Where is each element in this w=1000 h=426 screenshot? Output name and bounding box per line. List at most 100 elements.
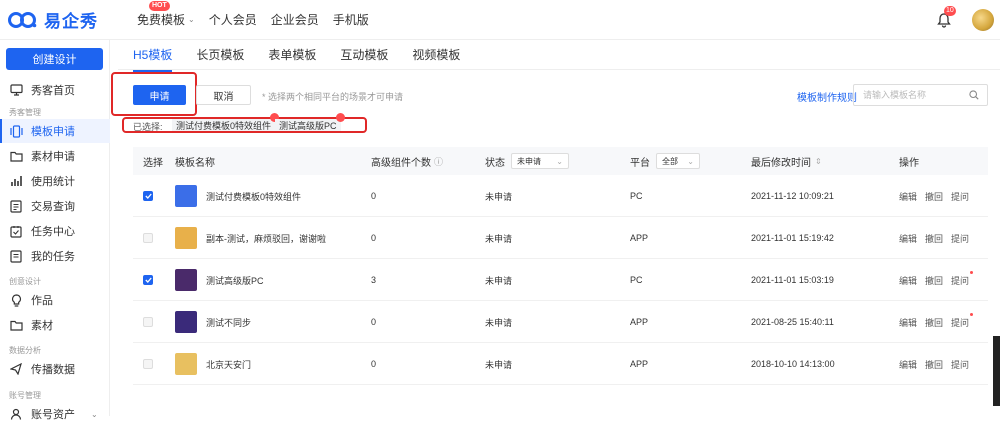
nav-enterprise-member[interactable]: 企业会员 bbox=[271, 11, 319, 28]
table-row: 测试不同步 0 未申请 APP 2021-08-25 15:40:11 编辑 撤回 提问 bbox=[133, 301, 988, 343]
edit-link[interactable]: 编辑 bbox=[899, 274, 917, 287]
notification-dot bbox=[970, 270, 974, 274]
nav-mobile[interactable]: 手机版 bbox=[333, 11, 369, 28]
row-checkbox[interactable] bbox=[143, 233, 153, 243]
row-platform: APP bbox=[630, 359, 649, 369]
sidebar-item-label: 模板申请 bbox=[31, 126, 75, 138]
sidebar-item-account-assets[interactable]: 账号资产 ⌄ bbox=[0, 402, 110, 426]
withdraw-link[interactable]: 撤回 bbox=[925, 190, 943, 203]
row-modified: 2021-08-25 15:40:11 bbox=[751, 317, 834, 327]
withdraw-link[interactable]: 撤回 bbox=[925, 358, 943, 371]
tabs-divider bbox=[118, 69, 1000, 70]
sidebar-group-label: 账号管理 bbox=[9, 391, 41, 400]
edit-link[interactable]: 编辑 bbox=[899, 232, 917, 245]
notification-badge: 10 bbox=[944, 5, 956, 16]
remove-dot-icon[interactable] bbox=[335, 113, 345, 122]
sidebar-item-task-center[interactable]: 任务中心 bbox=[0, 219, 110, 243]
col-components-label: 高级组件个数 bbox=[371, 157, 431, 169]
row-status: 未申请 bbox=[485, 317, 513, 328]
template-thumbnail[interactable] bbox=[175, 353, 197, 375]
status-filter-select[interactable]: 未申请 ⌄ bbox=[511, 153, 569, 169]
template-thumbnail[interactable] bbox=[175, 311, 197, 333]
sidebar-item-my-tasks[interactable]: 我的任务 bbox=[0, 244, 110, 268]
window-edge bbox=[993, 336, 1000, 406]
notification-dot bbox=[970, 312, 974, 316]
edit-link[interactable]: 编辑 bbox=[899, 316, 917, 329]
row-checkbox[interactable] bbox=[143, 359, 153, 369]
document-icon bbox=[9, 199, 23, 213]
avatar[interactable] bbox=[972, 8, 994, 31]
ask-link[interactable]: 提问 bbox=[951, 232, 977, 245]
chevron-down-icon: ⌄ bbox=[556, 156, 563, 166]
row-checkbox-cell bbox=[143, 343, 153, 385]
row-ops: 编辑 撤回 提问 bbox=[899, 259, 985, 301]
sidebar-item-transactions[interactable]: 交易查询 bbox=[0, 194, 110, 218]
row-checkbox[interactable] bbox=[143, 275, 153, 285]
row-platform: PC bbox=[630, 275, 643, 285]
template-rules-link[interactable]: 模板制作规则 bbox=[797, 89, 857, 104]
sidebar-item-works[interactable]: 作品 bbox=[0, 288, 110, 312]
row-status: 未申请 bbox=[485, 275, 513, 286]
template-thumbnail[interactable] bbox=[175, 185, 197, 207]
nav-free-templates[interactable]: 免费模板 HOT ⌄ bbox=[137, 1, 195, 28]
apply-button[interactable]: 申请 bbox=[133, 85, 186, 105]
logo[interactable]: 易企秀 bbox=[0, 7, 120, 32]
row-checkbox[interactable] bbox=[143, 317, 153, 327]
selected-chip[interactable]: 测试高级版PC bbox=[275, 113, 345, 131]
sidebar-item-label: 作品 bbox=[31, 295, 53, 307]
ask-link[interactable]: 提问 bbox=[951, 312, 977, 329]
search-icon[interactable] bbox=[969, 90, 979, 102]
sidebar-item-usage-stats[interactable]: 使用统计 bbox=[0, 169, 110, 193]
sidebar-item-template-apply[interactable]: 模板申请 bbox=[0, 119, 110, 143]
selected-label: 已选择: bbox=[133, 122, 163, 132]
ask-link[interactable]: 提问 bbox=[951, 190, 977, 203]
user-icon bbox=[9, 407, 23, 421]
platform-filter-select[interactable]: 全部 ⌄ bbox=[656, 153, 700, 169]
sidebar-item-home[interactable]: 秀客首页 bbox=[0, 78, 110, 102]
logo-text: 易企秀 bbox=[44, 12, 98, 31]
cancel-button[interactable]: 取消 bbox=[196, 85, 251, 105]
nav-personal-member[interactable]: 个人会员 bbox=[209, 11, 257, 28]
search-input[interactable] bbox=[863, 90, 963, 100]
hot-badge: HOT bbox=[149, 1, 170, 11]
ask-label: 提问 bbox=[951, 275, 970, 286]
withdraw-link[interactable]: 撤回 bbox=[925, 316, 943, 329]
withdraw-link[interactable]: 撤回 bbox=[925, 232, 943, 245]
sidebar-item-materials[interactable]: 素材 bbox=[0, 313, 110, 337]
row-components: 3 bbox=[371, 275, 377, 285]
row-checkbox[interactable] bbox=[143, 191, 153, 201]
nav-label: 企业会员 bbox=[270, 13, 319, 27]
bell-icon[interactable]: 10 bbox=[936, 5, 956, 28]
create-design-button[interactable]: 创建设计 bbox=[6, 48, 103, 70]
sidebar-item-label: 交易查询 bbox=[31, 201, 75, 213]
row-name-cell: 北京天安门 bbox=[175, 343, 251, 385]
col-modified[interactable]: 最后修改时间 ⇕ bbox=[751, 147, 822, 175]
sidebar-item-material-apply[interactable]: 素材申请 bbox=[0, 144, 110, 168]
ask-link[interactable]: 提问 bbox=[951, 358, 977, 371]
row-status: 未申请 bbox=[485, 191, 513, 202]
edit-link[interactable]: 编辑 bbox=[899, 190, 917, 203]
ask-link[interactable]: 提问 bbox=[951, 270, 977, 287]
sidebar-item-label: 我的任务 bbox=[31, 251, 75, 263]
row-name-cell: 测试高级版PC bbox=[175, 259, 264, 301]
col-name: 模板名称 bbox=[175, 157, 215, 169]
search-box bbox=[853, 84, 988, 106]
info-icon[interactable]: ⓘ bbox=[434, 155, 443, 168]
col-status: 状态 未申请 ⌄ bbox=[485, 147, 569, 175]
edit-link[interactable]: 编辑 bbox=[899, 358, 917, 371]
row-name-cell: 测试付费模板0特效组件 bbox=[175, 175, 301, 217]
template-thumbnail[interactable] bbox=[175, 227, 197, 249]
row-modified: 2021-11-01 15:03:19 bbox=[751, 275, 834, 285]
row-ops: 编辑 撤回 提问 bbox=[899, 217, 985, 259]
selected-chip[interactable]: 测试付费模板0特效组件 bbox=[172, 113, 280, 131]
sidebar-item-spread-data[interactable]: 传播数据 bbox=[0, 357, 110, 381]
chip-label: 测试高级版PC bbox=[279, 120, 337, 131]
sort-icon[interactable]: ⇕ bbox=[815, 157, 822, 166]
withdraw-link[interactable]: 撤回 bbox=[925, 274, 943, 287]
template-name: 测试高级版PC bbox=[206, 275, 264, 286]
row-platform: APP bbox=[630, 317, 649, 327]
top-nav: 免费模板 HOT ⌄ 个人会员 企业会员 手机版 bbox=[137, 1, 383, 28]
bulb-icon bbox=[9, 293, 23, 307]
template-thumbnail[interactable] bbox=[175, 269, 197, 291]
col-platform-label: 平台 bbox=[630, 157, 650, 169]
